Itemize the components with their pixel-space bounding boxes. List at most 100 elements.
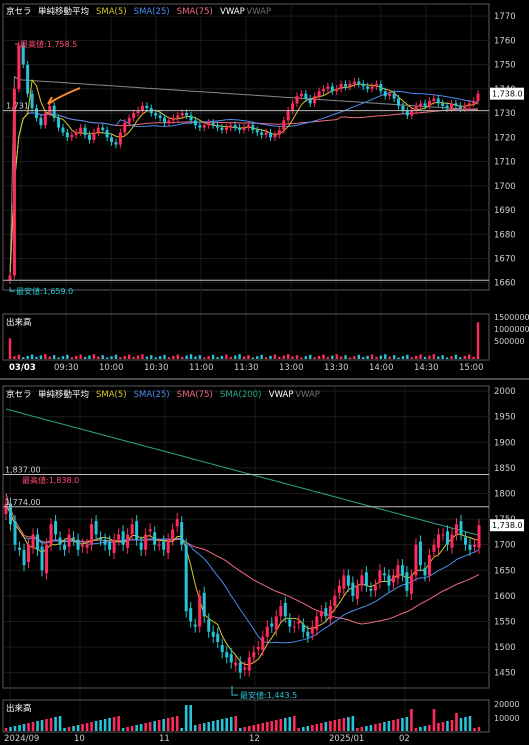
volume-bar [225, 354, 228, 359]
y-tick-label: 1720 [494, 133, 516, 143]
candle [184, 544, 188, 612]
candle [401, 105, 405, 111]
candle [225, 652, 229, 658]
candle [319, 611, 323, 617]
candle [360, 575, 364, 586]
candle [132, 113, 136, 118]
volume-bar [423, 726, 427, 731]
candle [288, 619, 292, 627]
volume-bar [216, 720, 220, 731]
candle [54, 521, 58, 535]
candle [49, 524, 53, 545]
volume-bar [437, 723, 440, 731]
volume-bar [145, 356, 149, 359]
candle [52, 105, 56, 118]
volume-bar [75, 355, 78, 359]
candle [121, 531, 125, 545]
volume-bar [256, 724, 260, 731]
volume-bar [397, 357, 400, 359]
candle [273, 134, 277, 138]
candle [211, 122, 215, 126]
x-tick-label: 10:00 [99, 363, 124, 373]
candle [436, 98, 440, 104]
volume-bar [274, 720, 278, 731]
volume-bar [432, 709, 436, 731]
volume-bar [79, 354, 82, 359]
volume-bar [256, 356, 259, 359]
legend-entry: SMA(25) [134, 390, 170, 400]
volume-bar [467, 354, 471, 359]
volume-bar [360, 727, 364, 731]
candle [211, 631, 215, 637]
legend-entry: SMA(5) [96, 390, 127, 400]
candle [261, 636, 265, 651]
volume-bar [300, 357, 303, 359]
y-tick-label: 1550 [494, 617, 516, 627]
candle [355, 585, 359, 599]
candle [292, 626, 296, 628]
volume-bar [130, 726, 134, 731]
candle [366, 86, 370, 89]
candle [144, 534, 148, 550]
volume-bar [211, 354, 215, 359]
candle [445, 531, 449, 545]
volume-bar [97, 356, 100, 359]
volume-bar [72, 726, 75, 731]
candle [383, 91, 387, 97]
candle [130, 524, 134, 535]
volume-bar [273, 354, 277, 359]
volume-bar [203, 357, 206, 359]
candle [207, 619, 211, 632]
candle [264, 132, 268, 135]
volume-bar [410, 357, 413, 359]
y-tick-label: 1650 [494, 566, 516, 576]
volume-bar [243, 727, 247, 731]
volume-bar [388, 356, 391, 359]
legend-entry: 単純移動平均 [38, 6, 89, 17]
candle [427, 554, 431, 576]
x-tick-label: 2024/09 [4, 734, 39, 744]
candle [57, 117, 61, 128]
y-tick-label: 1730 [494, 109, 516, 119]
candle [114, 142, 118, 145]
volume-bar [356, 728, 359, 731]
volume-bar [150, 355, 153, 359]
volume-bar [22, 357, 25, 359]
candle [34, 108, 38, 118]
candle [224, 127, 228, 131]
volume-bar [158, 356, 162, 359]
volume-bar [282, 355, 285, 359]
y-tick-label: 1600 [494, 592, 516, 602]
candle [13, 521, 17, 545]
candle [333, 595, 337, 607]
y-tick-label: 1660 [494, 279, 516, 289]
volume-bar [383, 722, 386, 731]
legend-symbol-name: 京セラ [6, 6, 32, 17]
last-price-label: 1,738.0 [492, 90, 523, 99]
candle [459, 521, 463, 535]
candle [454, 103, 458, 106]
y-tick-label: 1700 [494, 182, 516, 192]
volume-bar [139, 724, 143, 731]
candle [185, 113, 189, 116]
candle [374, 83, 378, 87]
volume-bar [57, 357, 60, 359]
volume-bar [26, 355, 29, 359]
volume-bar [108, 718, 111, 731]
volume-bar [166, 718, 170, 731]
volume-bar [264, 357, 268, 359]
candle [123, 122, 127, 133]
volume-bar [464, 717, 467, 731]
volume-bar [220, 355, 224, 359]
volume-bar [362, 357, 365, 359]
candle [246, 125, 250, 128]
volume-bar [338, 719, 341, 731]
x-tick-label: 14:30 [414, 363, 439, 373]
x-tick-label: 10 [74, 734, 85, 744]
x-tick-label: 2025/01 [329, 734, 364, 744]
candle [409, 575, 413, 594]
candle [441, 103, 445, 106]
legend-entry: SMA(5) [96, 7, 127, 17]
volume-tick-label: 500000 [494, 337, 525, 346]
volume-bar [410, 709, 413, 731]
